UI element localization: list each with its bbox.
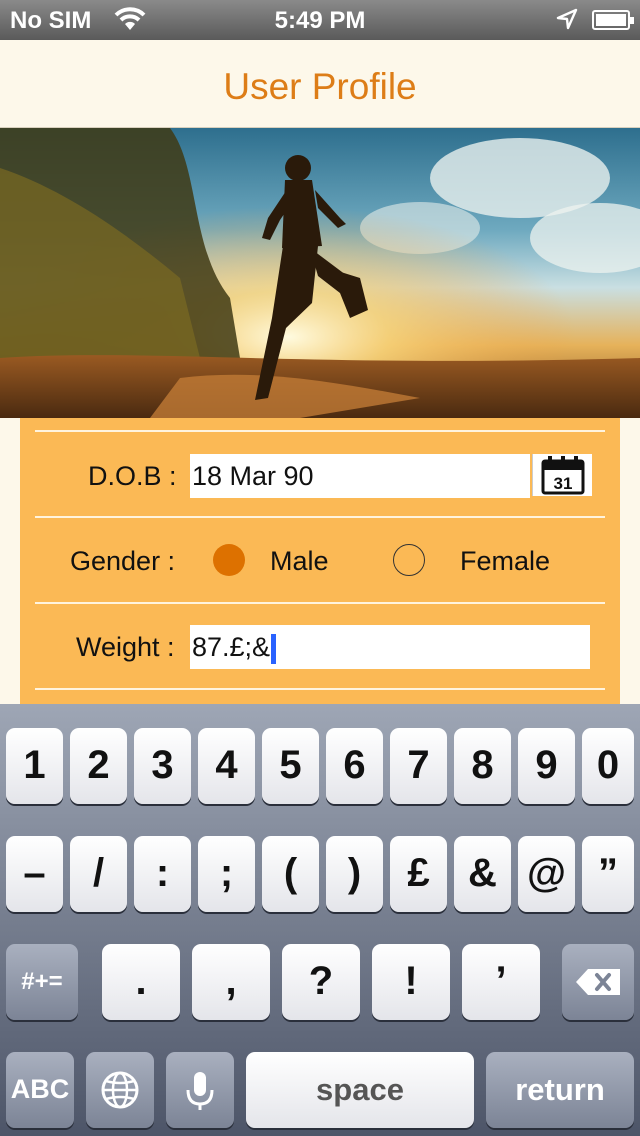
calendar-button[interactable]: 31	[532, 454, 592, 496]
key-6[interactable]: 6	[326, 728, 383, 804]
gender-male-label[interactable]: Male	[270, 546, 329, 577]
key-return[interactable]: return	[486, 1052, 634, 1128]
key-open-paren[interactable]: (	[262, 836, 319, 912]
divider	[35, 688, 605, 690]
key-quote[interactable]: ”	[582, 836, 634, 912]
key-question[interactable]: ?	[282, 944, 360, 1020]
key-5[interactable]: 5	[262, 728, 319, 804]
key-dash[interactable]: –	[6, 836, 63, 912]
key-pound[interactable]: £	[390, 836, 447, 912]
key-apostrophe[interactable]: ’	[462, 944, 540, 1020]
key-globe[interactable]	[86, 1052, 154, 1128]
key-3[interactable]: 3	[134, 728, 191, 804]
calendar-icon: 31	[541, 456, 585, 495]
hero-image	[0, 128, 640, 418]
divider	[35, 430, 605, 432]
key-abc[interactable]: ABC	[6, 1052, 74, 1128]
divider	[35, 516, 605, 518]
status-bar: No SIM 5:49 PM	[0, 0, 640, 40]
gender-male-radio[interactable]	[213, 544, 245, 576]
key-space[interactable]: space	[246, 1052, 474, 1128]
key-semicolon[interactable]: ;	[198, 836, 255, 912]
nav-bar: User Profile	[0, 40, 640, 128]
text-cursor	[271, 633, 277, 664]
weight-value: 87.£;&	[192, 632, 271, 662]
dob-field[interactable]: 18 Mar 90	[190, 454, 530, 498]
key-8[interactable]: 8	[454, 728, 511, 804]
weight-field[interactable]: 87.£;&	[190, 625, 590, 669]
key-9[interactable]: 9	[518, 728, 575, 804]
microphone-icon	[186, 1072, 214, 1110]
gender-female-radio[interactable]	[393, 544, 425, 576]
key-microphone[interactable]	[166, 1052, 234, 1128]
location-icon	[556, 8, 578, 37]
gender-label: Gender :	[70, 546, 176, 576]
key-delete[interactable]	[562, 944, 634, 1020]
dob-label: D.O.B :	[88, 461, 177, 491]
key-0[interactable]: 0	[582, 728, 634, 804]
key-colon[interactable]: :	[134, 836, 191, 912]
globe-icon	[101, 1071, 139, 1109]
app-screen: No SIM 5:49 PM User Profile D.O.B: 18 M…	[0, 0, 640, 1136]
key-ampersand[interactable]: &	[454, 836, 511, 912]
backspace-icon	[576, 969, 620, 995]
key-more-symbols[interactable]: #+=	[6, 944, 78, 1020]
keyboard: 1 2 3 4 5 6 7 8 9 0 – / : ; ( ) £ & @ ” …	[0, 704, 640, 1136]
key-4[interactable]: 4	[198, 728, 255, 804]
key-comma[interactable]: ,	[192, 944, 270, 1020]
key-close-paren[interactable]: )	[326, 836, 383, 912]
key-7[interactable]: 7	[390, 728, 447, 804]
key-at[interactable]: @	[518, 836, 575, 912]
key-slash[interactable]: /	[70, 836, 127, 912]
key-period[interactable]: .	[102, 944, 180, 1020]
calendar-day: 31	[554, 474, 573, 493]
clock: 5:49 PM	[274, 7, 366, 34]
gender-female-label[interactable]: Female	[460, 546, 550, 577]
page-title: User Profile	[223, 66, 417, 107]
battery-icon	[592, 10, 634, 30]
profile-form: D.O.B : 18 Mar 90 31 Gender : Male Femal…	[20, 418, 620, 708]
key-exclamation[interactable]: !	[372, 944, 450, 1020]
key-1[interactable]: 1	[6, 728, 63, 804]
weight-label: Weight :	[76, 632, 175, 662]
divider	[35, 602, 605, 604]
key-2[interactable]: 2	[70, 728, 127, 804]
